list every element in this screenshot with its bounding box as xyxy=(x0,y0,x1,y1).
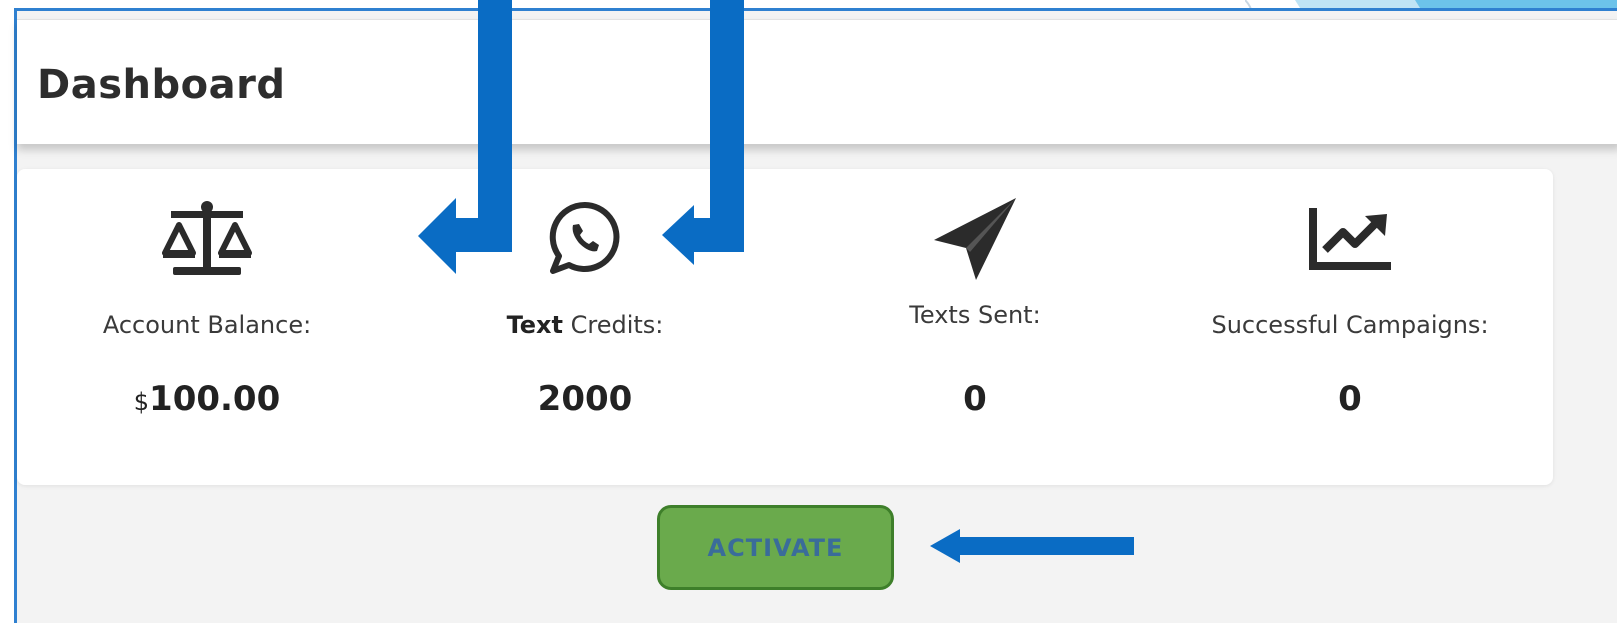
paper-plane-icon xyxy=(785,198,1165,280)
stat-successful-campaigns: Successful Campaigns: 0 xyxy=(1155,169,1545,485)
account-balance-value: $100.00 xyxy=(17,379,397,419)
successful-campaigns-value: 0 xyxy=(1338,379,1362,419)
account-balance-amount: 100.00 xyxy=(149,379,281,419)
successful-campaigns-label: Successful Campaigns: xyxy=(1211,311,1489,339)
text-credits-label-rest: Credits: xyxy=(563,311,664,339)
page-title: Dashboard xyxy=(37,62,286,108)
text-credits-value: 2000 xyxy=(537,379,633,419)
text-credits-label-bold: Text xyxy=(506,311,563,339)
screenshot-frame: Dashboard Account Balance: $100.00 Text … xyxy=(0,0,1617,623)
texts-sent-label: Texts Sent: xyxy=(909,301,1041,329)
activate-button[interactable]: ACTIVATE xyxy=(657,505,894,590)
texts-sent-value: 0 xyxy=(963,379,987,419)
line-chart-icon xyxy=(1155,199,1545,279)
dashboard-header: Dashboard xyxy=(17,19,1617,144)
balance-scale-icon xyxy=(17,199,397,279)
stats-card: Account Balance: $100.00 Text Credits: 2… xyxy=(17,169,1553,485)
currency-symbol: $ xyxy=(133,388,150,416)
text-credits-label: Text Credits: xyxy=(395,311,775,339)
account-balance-label: Account Balance: xyxy=(102,311,312,339)
activate-button-label: ACTIVATE xyxy=(707,533,844,562)
stat-account-balance: Account Balance: $100.00 xyxy=(17,169,397,485)
stat-texts-sent: Texts Sent: 0 xyxy=(785,169,1165,485)
